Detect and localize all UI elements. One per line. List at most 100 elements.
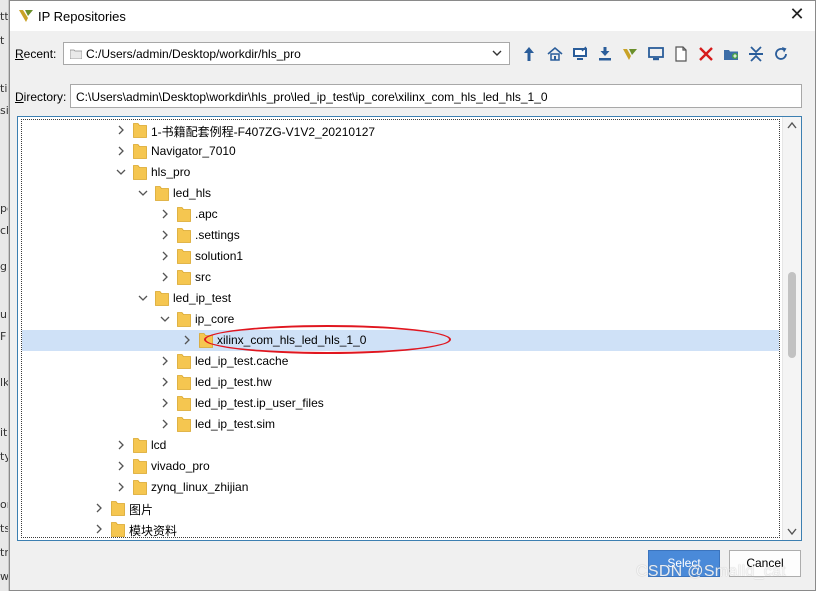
tree-row[interactable]: led_ip_test.ip_user_files [22,393,779,414]
background-text-fragment: tt [0,10,9,23]
chevron-right-icon[interactable] [94,524,104,534]
chevron-down-icon[interactable] [491,47,503,59]
vivado-logo-icon [19,10,33,22]
folder-icon [155,186,169,201]
tree-row-label: src [195,270,211,284]
tree-row-label: .apc [195,207,218,221]
recent-label: Recent: [15,47,57,61]
new-folder-icon[interactable] [720,43,742,65]
chevron-right-icon[interactable] [116,125,126,135]
tree-row-label: solution1 [195,249,244,263]
close-icon[interactable]: ✕ [787,6,807,26]
tree-row[interactable]: .settings [22,225,779,246]
background-text-fragment: w [0,570,9,583]
collapse-all-icon[interactable] [745,43,767,65]
background-text-fragment: ti [0,82,8,95]
tree-row[interactable]: ip_core [22,309,779,330]
chevron-right-icon[interactable] [160,209,170,219]
monitor-icon[interactable] [645,43,667,65]
folder-icon [177,417,191,432]
scroll-down-icon[interactable] [787,528,797,536]
new-file-icon[interactable] [670,43,692,65]
tree-row[interactable]: xilinx_com_hls_led_hls_1_0 [22,330,779,351]
tree-row-label: led_ip_test [173,291,232,305]
tree-row[interactable]: zynq_linux_zhijian [22,477,779,498]
home-icon[interactable] [544,43,566,65]
directory-value: C:\Users\admin\Desktop\workdir\hls_pro\l… [76,90,548,104]
chevron-right-icon[interactable] [160,419,170,429]
chevron-right-icon[interactable] [160,377,170,387]
chevron-right-icon[interactable] [160,356,170,366]
tree-row[interactable]: src [22,267,779,288]
directory-field[interactable]: C:\Users\admin\Desktop\workdir\hls_pro\l… [70,84,802,108]
chevron-down-icon[interactable] [138,188,148,198]
chevron-right-icon[interactable] [182,335,192,345]
chevron-right-icon[interactable] [116,461,126,471]
chevron-right-icon[interactable] [160,272,170,282]
tree-row[interactable]: 1-书籍配套例程-F407ZG-V1V2_20210127 [22,120,779,141]
chevron-right-icon[interactable] [116,146,126,156]
tree-row-label: hls_pro [151,165,191,179]
go-up-icon[interactable] [518,43,540,65]
chevron-right-icon[interactable] [116,440,126,450]
chevron-down-icon[interactable] [160,314,170,324]
tree-row[interactable]: vivado_pro [22,456,779,477]
tree-row-label: 图片 [129,503,154,517]
scrollbar-thumb[interactable] [788,272,796,358]
chevron-right-icon[interactable] [116,482,126,492]
tree-row[interactable]: led_ip_test.sim [22,414,779,435]
chevron-right-icon[interactable] [160,230,170,240]
tree-row[interactable]: 图片 [22,498,779,519]
delete-icon[interactable] [695,43,717,65]
tree-row-label: led_ip_test.ip_user_files [195,396,324,410]
recent-dropdown[interactable]: C:/Users/admin/Desktop/workdir/hls_pro [63,42,510,65]
background-window-strip: ttttisipockguFlkittyortstrw [0,0,9,591]
chevron-right-icon[interactable] [94,503,104,513]
chevron-down-icon[interactable] [138,293,148,303]
background-text-fragment: it [0,426,8,439]
background-text-fragment: ts [0,522,8,535]
tree-row[interactable]: hls_pro [22,162,779,183]
folder-icon [70,49,82,59]
chevron-down-icon[interactable] [116,167,126,177]
folder-icon [177,396,191,411]
tree-row[interactable]: 模块资料 [22,519,779,538]
chevron-right-icon[interactable] [160,251,170,261]
tree-row-label: Navigator_7010 [151,144,236,158]
tree-row[interactable]: .apc [22,204,779,225]
folder-icon [155,291,169,306]
tree-row[interactable]: solution1 [22,246,779,267]
vertical-scrollbar[interactable] [782,117,801,540]
ip-repositories-dialog: IP Repositories ✕ Recent: C:/Users/admin… [9,0,816,591]
refresh-icon[interactable] [770,43,792,65]
folder-icon [133,438,147,453]
background-text-fragment: or [0,498,8,511]
tree-row-label: vivado_pro [151,459,210,473]
dialog-title: IP Repositories [38,9,126,24]
folder-icon [133,459,147,474]
desktop-open-icon[interactable] [569,43,591,65]
tree-row[interactable]: lcd [22,435,779,456]
background-text-fragment: g [0,260,7,273]
title-bar: IP Repositories ✕ [10,1,815,31]
tree-row-label: xilinx_com_hls_led_hls_1_0 [217,333,367,347]
vivado-project-icon[interactable] [619,43,641,65]
tree-row[interactable]: led_ip_test [22,288,779,309]
scroll-up-icon[interactable] [787,121,797,129]
tree-row[interactable]: led_ip_test.cache [22,351,779,372]
folder-icon [111,501,125,516]
tree-row[interactable]: led_ip_test.hw [22,372,779,393]
watermark: CSDN @Smalld_cat [636,563,786,580]
tree-row[interactable]: led_hls [22,183,779,204]
tree-row[interactable]: Navigator_7010 [22,141,779,162]
tree-row-label: 模块资料 [129,524,178,538]
tree-row-label: .settings [195,228,240,242]
download-icon[interactable] [594,43,616,65]
folder-icon [111,522,125,537]
background-text-fragment: ck [0,224,8,237]
chevron-right-icon[interactable] [160,398,170,408]
background-text-fragment: po [0,202,8,215]
background-text-fragment: tr [0,546,9,559]
tree-row-label: ip_core [195,312,235,326]
background-text-fragment: u [0,308,7,321]
